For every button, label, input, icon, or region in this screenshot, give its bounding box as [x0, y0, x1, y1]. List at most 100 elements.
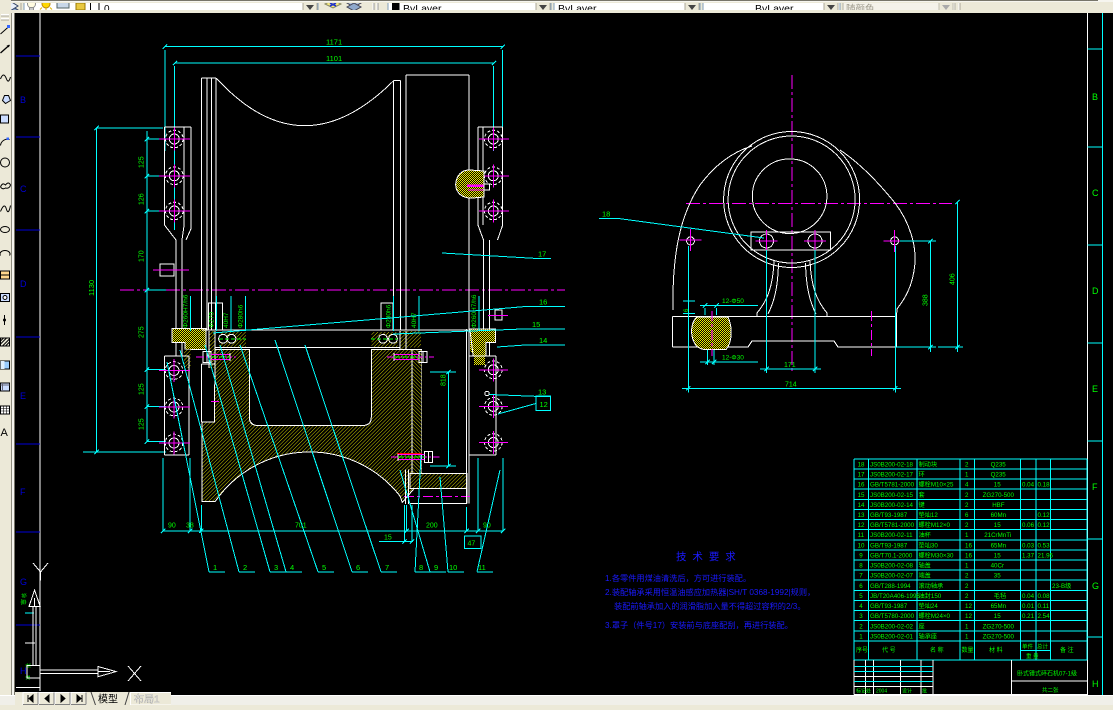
svg-text:7: 7 [859, 573, 863, 580]
svg-text:1: 1 [965, 563, 969, 570]
svg-text:15: 15 [858, 492, 865, 499]
svg-text:65Mn: 65Mn [991, 542, 1007, 549]
svg-text:2.装配轴承采用恒温油感应加热器|SH/T 0368-199: 2.装配轴承采用恒温油感应加热器|SH/T 0368-1992|规则， [605, 587, 815, 597]
svg-text:18: 18 [858, 461, 865, 468]
svg-text:G: G [20, 577, 27, 587]
svg-text:21CrMnTi: 21CrMnTi [984, 532, 1011, 539]
svg-text:代 号: 代 号 [882, 646, 896, 654]
svg-text:JS0B200-02-14: JS0B200-02-14 [870, 502, 914, 509]
svg-text:4: 4 [290, 563, 294, 572]
svg-text:0.18: 0.18 [1038, 482, 1051, 489]
svg-text:8: 8 [859, 563, 863, 570]
svg-text:12: 12 [858, 522, 865, 529]
svg-text:17: 17 [538, 250, 546, 259]
svg-text:4: 4 [859, 603, 863, 610]
svg-text:125: 125 [139, 156, 146, 168]
svg-text:油封150: 油封150 [919, 592, 942, 600]
svg-text:GB/T288-1994: GB/T288-1994 [870, 583, 911, 590]
svg-text:13: 13 [538, 388, 546, 397]
svg-text:47: 47 [468, 541, 476, 548]
svg-text:0.53: 0.53 [1038, 542, 1051, 549]
svg-text:批: 批 [922, 688, 927, 695]
svg-text:14: 14 [539, 336, 547, 345]
svg-text:12-Φ50: 12-Φ50 [722, 298, 744, 305]
svg-text:备 注: 备 注 [1060, 646, 1074, 654]
svg-text:4: 4 [965, 482, 969, 489]
svg-text:2: 2 [965, 583, 969, 590]
svg-text:随颜色: 随颜色 [846, 3, 875, 10]
svg-text:垫圸30: 垫圸30 [919, 541, 939, 549]
svg-text:布局1: 布局1 [134, 694, 160, 706]
svg-text:2004: 2004 [876, 689, 887, 695]
svg-text:15: 15 [994, 482, 1001, 489]
svg-text:15: 15 [994, 552, 1001, 559]
svg-text:5: 5 [322, 563, 326, 572]
svg-text:8: 8 [419, 563, 423, 572]
svg-text:HBF: HBF [992, 502, 1005, 509]
svg-text:10: 10 [858, 542, 865, 549]
svg-text:总计: 总计 [1037, 643, 1049, 651]
svg-text:0.01: 0.01 [1022, 603, 1035, 610]
svg-text:125: 125 [139, 383, 146, 395]
svg-text:环: 环 [919, 472, 925, 479]
svg-text:12: 12 [965, 603, 972, 610]
svg-text:17: 17 [858, 472, 865, 479]
svg-text:卧式锤式碎石机07-1级: 卧式锤式碎石机07-1级 [1017, 670, 1077, 678]
svg-text:1: 1 [965, 633, 969, 640]
svg-text:1: 1 [965, 623, 969, 630]
svg-text:JS0B200-02-08: JS0B200-02-08 [870, 563, 914, 570]
svg-text:GB/T5781-2000: GB/T5781-2000 [870, 482, 915, 489]
svg-text:座: 座 [919, 622, 925, 630]
svg-text:16: 16 [539, 298, 547, 307]
svg-text:螺栓M24×0: 螺栓M24×0 [919, 612, 951, 620]
svg-text:90: 90 [168, 523, 176, 530]
svg-text:重 量: 重 量 [1026, 652, 1039, 660]
svg-text:轴盖: 轴盖 [919, 562, 931, 570]
svg-text:螺栓M30×30: 螺栓M30×30 [919, 551, 954, 559]
svg-text:JS0B200-02-01: JS0B200-02-01 [870, 633, 914, 640]
svg-text:JS0B200-02-15: JS0B200-02-15 [870, 492, 914, 499]
svg-text:Φ280h6: Φ280h6 [386, 304, 393, 328]
svg-text:套: 套 [919, 491, 925, 499]
svg-text:16: 16 [965, 552, 972, 559]
svg-text:275: 275 [139, 326, 146, 338]
svg-text:2: 2 [965, 502, 969, 509]
svg-text:标记: 标记 [856, 688, 866, 695]
svg-text:GB/T5781-2000: GB/T5781-2000 [870, 522, 915, 529]
svg-text:B: B [20, 95, 26, 105]
svg-text:JS0B200-02-02: JS0B200-02-02 [870, 623, 914, 630]
svg-text:ZG270-500: ZG270-500 [983, 633, 1015, 640]
svg-text:序号: 序号 [856, 646, 868, 654]
svg-text:单件: 单件 [1022, 643, 1034, 651]
svg-text:200: 200 [426, 523, 438, 530]
svg-text:材 料: 材 料 [989, 646, 1003, 654]
svg-text:轴承座: 轴承座 [919, 632, 938, 640]
svg-text:滚动轴承: 滚动轴承 [919, 582, 944, 590]
svg-text:5: 5 [859, 593, 863, 600]
svg-text:GB/T93-1987: GB/T93-1987 [870, 512, 908, 519]
svg-text:ByLayer: ByLayer [755, 3, 794, 10]
svg-text:ZG270-500: ZG270-500 [983, 492, 1015, 499]
svg-text:审: 审 [20, 599, 28, 605]
svg-text:0.03: 0.03 [1022, 542, 1035, 549]
svg-text:15: 15 [384, 535, 392, 542]
svg-text:制动块: 制动块 [919, 460, 938, 468]
svg-text:6: 6 [859, 583, 863, 590]
svg-text:15: 15 [994, 522, 1001, 529]
svg-text:18: 18 [602, 210, 610, 219]
svg-text:螺栓M12×0: 螺栓M12×0 [919, 521, 951, 529]
svg-text:GB/T93-1987: GB/T93-1987 [870, 603, 908, 610]
svg-text:垫圸24: 垫圸24 [919, 602, 939, 610]
svg-text:B: B [1092, 92, 1098, 102]
svg-text:C: C [20, 184, 27, 194]
svg-text:数量: 数量 [962, 646, 974, 654]
svg-text:15: 15 [532, 320, 540, 329]
svg-text:15: 15 [994, 613, 1001, 620]
svg-text:ByLayer: ByLayer [558, 3, 597, 10]
svg-text:2.54: 2.54 [1038, 613, 1051, 620]
svg-text:1.37: 1.37 [1022, 552, 1035, 559]
svg-text:0.11: 0.11 [1038, 603, 1050, 610]
svg-text:JB/T20A406-1996: JB/T20A406-1996 [870, 593, 920, 600]
svg-text:171: 171 [784, 362, 796, 369]
svg-text:名 称: 名 称 [930, 646, 944, 654]
